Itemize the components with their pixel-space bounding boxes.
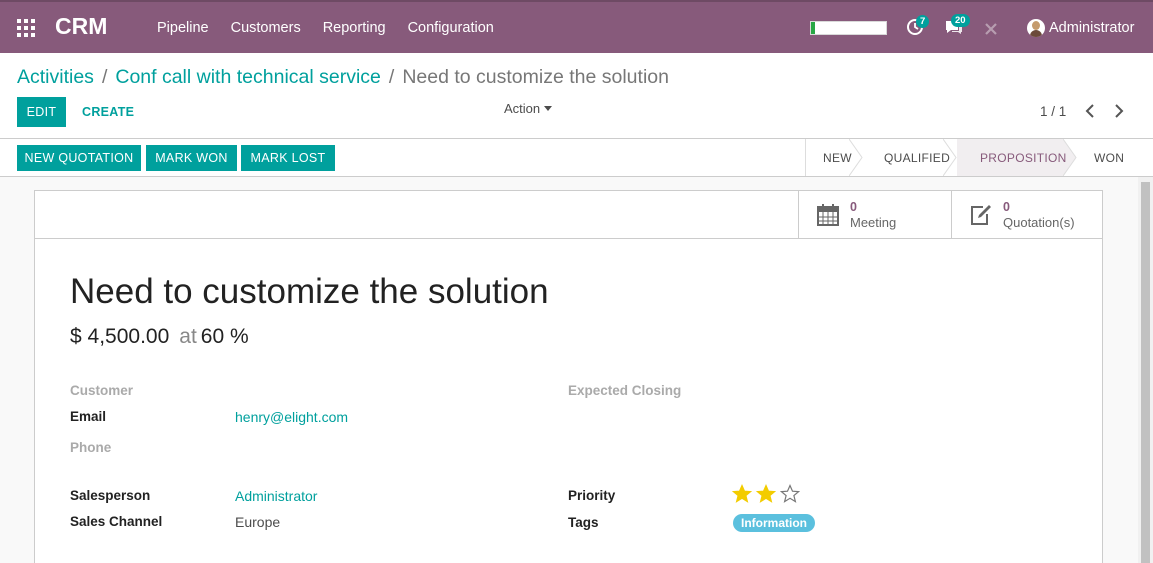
main-menu: Pipeline Customers Reporting Configurati… bbox=[146, 2, 505, 53]
user-menu[interactable]: Administrator bbox=[1027, 19, 1134, 37]
probability[interactable]: 60 % bbox=[201, 325, 249, 348]
action-dropdown[interactable]: Action bbox=[504, 101, 553, 116]
new-quotation-button[interactable]: NEW QUOTATION bbox=[17, 145, 141, 171]
star-empty-icon[interactable] bbox=[780, 484, 800, 504]
caret-down-icon bbox=[544, 106, 553, 111]
menu-pipeline[interactable]: Pipeline bbox=[146, 20, 220, 36]
menu-configuration[interactable]: Configuration bbox=[397, 20, 505, 36]
tag-information[interactable]: Information bbox=[733, 514, 815, 532]
activities-badge: 7 bbox=[916, 15, 930, 28]
user-name: Administrator bbox=[1049, 20, 1135, 36]
form-sheet: 0 Meeting 0 Quotation(s) bbox=[34, 190, 1103, 563]
tags-label: Tags bbox=[568, 515, 599, 530]
progress-fill bbox=[811, 22, 815, 34]
email-field[interactable]: henry@elight.com bbox=[235, 409, 348, 425]
menu-customers[interactable]: Customers bbox=[220, 20, 312, 36]
priority-label: Priority bbox=[568, 488, 616, 503]
meeting-label: Meeting bbox=[850, 215, 897, 230]
priority-stars[interactable] bbox=[732, 484, 804, 504]
stage-new[interactable]: NEW bbox=[806, 139, 863, 176]
sales-channel-label: Sales Channel bbox=[70, 514, 163, 529]
expected-revenue-line: $ 4,500.00 at 60 % bbox=[70, 325, 249, 349]
stage-arrow-divider bbox=[1063, 139, 1077, 176]
statusbar: NEW QUOTATION MARK WON MARK LOST NEW QUA… bbox=[0, 138, 1153, 177]
onboarding-progress-bar[interactable] bbox=[810, 21, 887, 35]
quotations-label: Quotation(s) bbox=[1003, 215, 1075, 230]
action-label: Action bbox=[504, 101, 541, 116]
stage-qualified[interactable]: QUALIFIED bbox=[863, 139, 957, 176]
pager-previous-button[interactable] bbox=[1082, 101, 1098, 121]
breadcrumb-conf-call[interactable]: Conf call with technical service bbox=[115, 66, 381, 89]
smart-button-box: 0 Meeting 0 Quotation(s) bbox=[35, 191, 1102, 239]
expected-closing-label: Expected Closing bbox=[568, 383, 682, 398]
sales-channel-field[interactable]: Europe bbox=[235, 514, 280, 530]
mark-lost-button[interactable]: MARK LOST bbox=[241, 145, 335, 171]
mark-won-button[interactable]: MARK WON bbox=[146, 145, 237, 171]
apps-icon[interactable] bbox=[17, 19, 35, 37]
breadcrumb-current: Need to customize the solution bbox=[402, 66, 669, 88]
at-label: at bbox=[179, 325, 197, 348]
meeting-smart-button[interactable]: 0 Meeting bbox=[798, 191, 951, 239]
edit-button[interactable]: EDIT bbox=[17, 97, 66, 127]
avatar bbox=[1027, 19, 1045, 37]
chevron-left-icon bbox=[1085, 104, 1094, 118]
create-button[interactable]: CREATE bbox=[71, 97, 145, 127]
phone-label: Phone bbox=[70, 440, 112, 455]
stage-qualified-label: QUALIFIED bbox=[884, 150, 951, 165]
stage-new-label: NEW bbox=[823, 150, 852, 165]
breadcrumb: Activities / Conf call with technical se… bbox=[17, 66, 669, 89]
pager-next-button[interactable] bbox=[1111, 101, 1127, 121]
top-navbar: CRM Pipeline Customers Reporting Configu… bbox=[0, 0, 1153, 53]
breadcrumb-separator: / bbox=[101, 66, 108, 88]
quotations-smart-button[interactable]: 0 Quotation(s) bbox=[951, 191, 1104, 239]
star-filled-icon[interactable] bbox=[756, 484, 776, 504]
stage-arrow-divider bbox=[849, 139, 863, 176]
breadcrumb-activities[interactable]: Activities bbox=[17, 66, 94, 89]
salesperson-field[interactable]: Administrator bbox=[235, 488, 317, 504]
calendar-icon bbox=[817, 204, 839, 226]
scrollbar-thumb[interactable] bbox=[1141, 182, 1150, 563]
quotations-count: 0 bbox=[1003, 200, 1010, 214]
pager-value[interactable]: 1 / 1 bbox=[1040, 104, 1066, 119]
expected-revenue[interactable]: $ 4,500.00 bbox=[70, 325, 169, 348]
messages-badge: 20 bbox=[951, 14, 970, 27]
stage-arrow-divider bbox=[943, 139, 957, 176]
chevron-right-icon bbox=[1115, 104, 1124, 118]
scrollbar[interactable] bbox=[1138, 177, 1153, 563]
stage-won-label: WON bbox=[1094, 150, 1125, 165]
meeting-count: 0 bbox=[850, 200, 857, 214]
app-brand[interactable]: CRM bbox=[55, 13, 107, 40]
stage-pipeline: NEW QUALIFIED PROPOSITION WON bbox=[805, 139, 1153, 176]
salesperson-label: Salesperson bbox=[70, 488, 151, 503]
email-label: Email bbox=[70, 409, 107, 424]
stage-won[interactable]: WON bbox=[1077, 139, 1153, 176]
star-filled-icon[interactable] bbox=[732, 484, 752, 504]
stage-proposition-label: PROPOSITION bbox=[980, 150, 1067, 165]
menu-reporting[interactable]: Reporting bbox=[312, 20, 397, 36]
opportunity-title[interactable]: Need to customize the solution bbox=[70, 272, 549, 312]
stage-proposition[interactable]: PROPOSITION bbox=[957, 139, 1077, 176]
customer-label: Customer bbox=[70, 383, 134, 398]
close-icon[interactable] bbox=[984, 22, 998, 41]
breadcrumb-separator: / bbox=[388, 66, 395, 88]
edit-icon bbox=[971, 205, 991, 225]
